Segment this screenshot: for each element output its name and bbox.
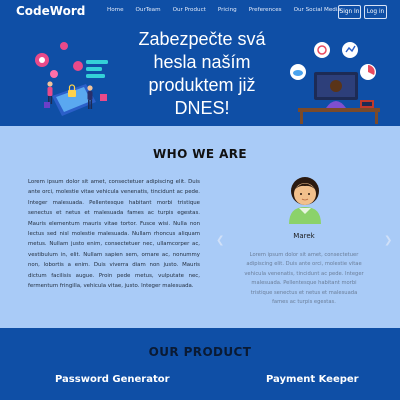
nav-link-pricing[interactable]: Pricing — [218, 7, 237, 13]
person-at-desk-illustration — [290, 42, 380, 124]
hero-title: Zabezpečte svá hesla naším produktem již… — [138, 29, 266, 118]
who-we-are-title: WHO WE ARE — [153, 147, 247, 161]
navbar: CodeWord Home OurTeam Our Product Pricin… — [0, 0, 400, 24]
team-member-bio: Lorem ipsum dolor sit amet, consectetuer… — [244, 252, 364, 306]
nav-links: Home OurTeam Our Product Pricing Prefere… — [107, 7, 341, 13]
team-carousel: ❮ Marek Lorem ipsum dolor sit amet, cons… — [214, 174, 394, 324]
avatar — [289, 177, 321, 224]
nav-link-social-media[interactable]: Our Social Media — [294, 7, 341, 13]
our-product-title: OUR PRODUCT — [148, 345, 252, 359]
log-in-button[interactable]: Log in — [364, 5, 387, 19]
hero-section: Zabezpečte svá hesla naším produktem již… — [0, 24, 400, 126]
nav-link-preferences[interactable]: Preferences — [249, 7, 282, 13]
brand-logo[interactable]: CodeWord — [16, 4, 85, 18]
product-payment-keeper[interactable]: Payment Keeper — [266, 374, 359, 385]
our-product-section: OUR PRODUCT Password Generator Payment K… — [0, 328, 400, 400]
nav-link-home[interactable]: Home — [107, 7, 124, 13]
team-member-name: Marek — [293, 232, 315, 240]
who-we-are-section: WHO WE ARE Lorem ipsum dolor sit amet, c… — [0, 126, 400, 328]
nav-link-our-product[interactable]: Our Product — [173, 7, 206, 13]
product-password-generator[interactable]: Password Generator — [55, 374, 170, 385]
sign-in-button[interactable]: Sign In — [338, 5, 361, 19]
nav-link-ourteam[interactable]: OurTeam — [136, 7, 161, 13]
chevron-right-icon[interactable]: ❯ — [384, 235, 392, 246]
security-illustration-left — [35, 42, 108, 116]
who-we-are-paragraph: Lorem ipsum dolor sit amet, consectetuer… — [28, 179, 200, 290]
